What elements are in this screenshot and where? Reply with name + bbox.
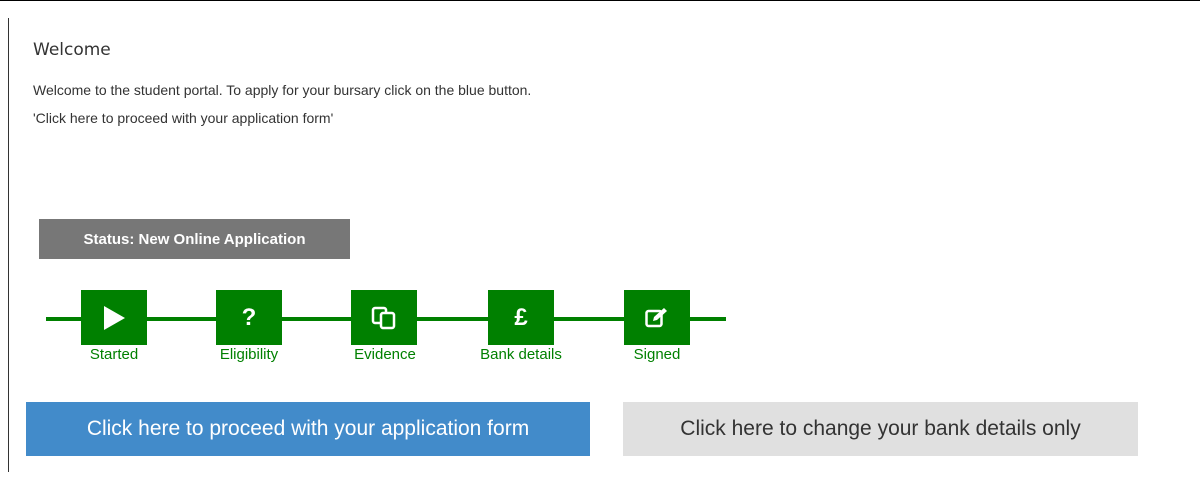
question-icon: ?	[241, 303, 257, 331]
step-eligibility: ?	[216, 290, 282, 345]
step-evidence-label: Evidence	[354, 346, 416, 363]
step-started-label: Started	[89, 346, 139, 363]
step-signed	[624, 290, 690, 345]
pound-icon: £	[514, 303, 528, 331]
copy-icon	[371, 306, 397, 330]
step-eligibility-label: Eligibility	[219, 346, 279, 363]
edit-icon	[645, 307, 669, 329]
step-bank-details: £	[488, 290, 554, 345]
proceed-application-button[interactable]: Click here to proceed with your applicat…	[26, 402, 590, 456]
change-bank-details-button[interactable]: Click here to change your bank details o…	[623, 402, 1138, 456]
student-portal-page: Welcome Welcome to the student portal. T…	[0, 0, 1200, 481]
play-icon	[102, 305, 126, 331]
step-bank-details-label: Bank details	[480, 346, 562, 363]
application-progress-tracker: Started ? Eligibility Evidence £ Bank de…	[0, 0, 1200, 400]
step-signed-label: Signed	[633, 346, 681, 363]
step-started	[81, 290, 147, 345]
step-evidence	[351, 290, 417, 345]
